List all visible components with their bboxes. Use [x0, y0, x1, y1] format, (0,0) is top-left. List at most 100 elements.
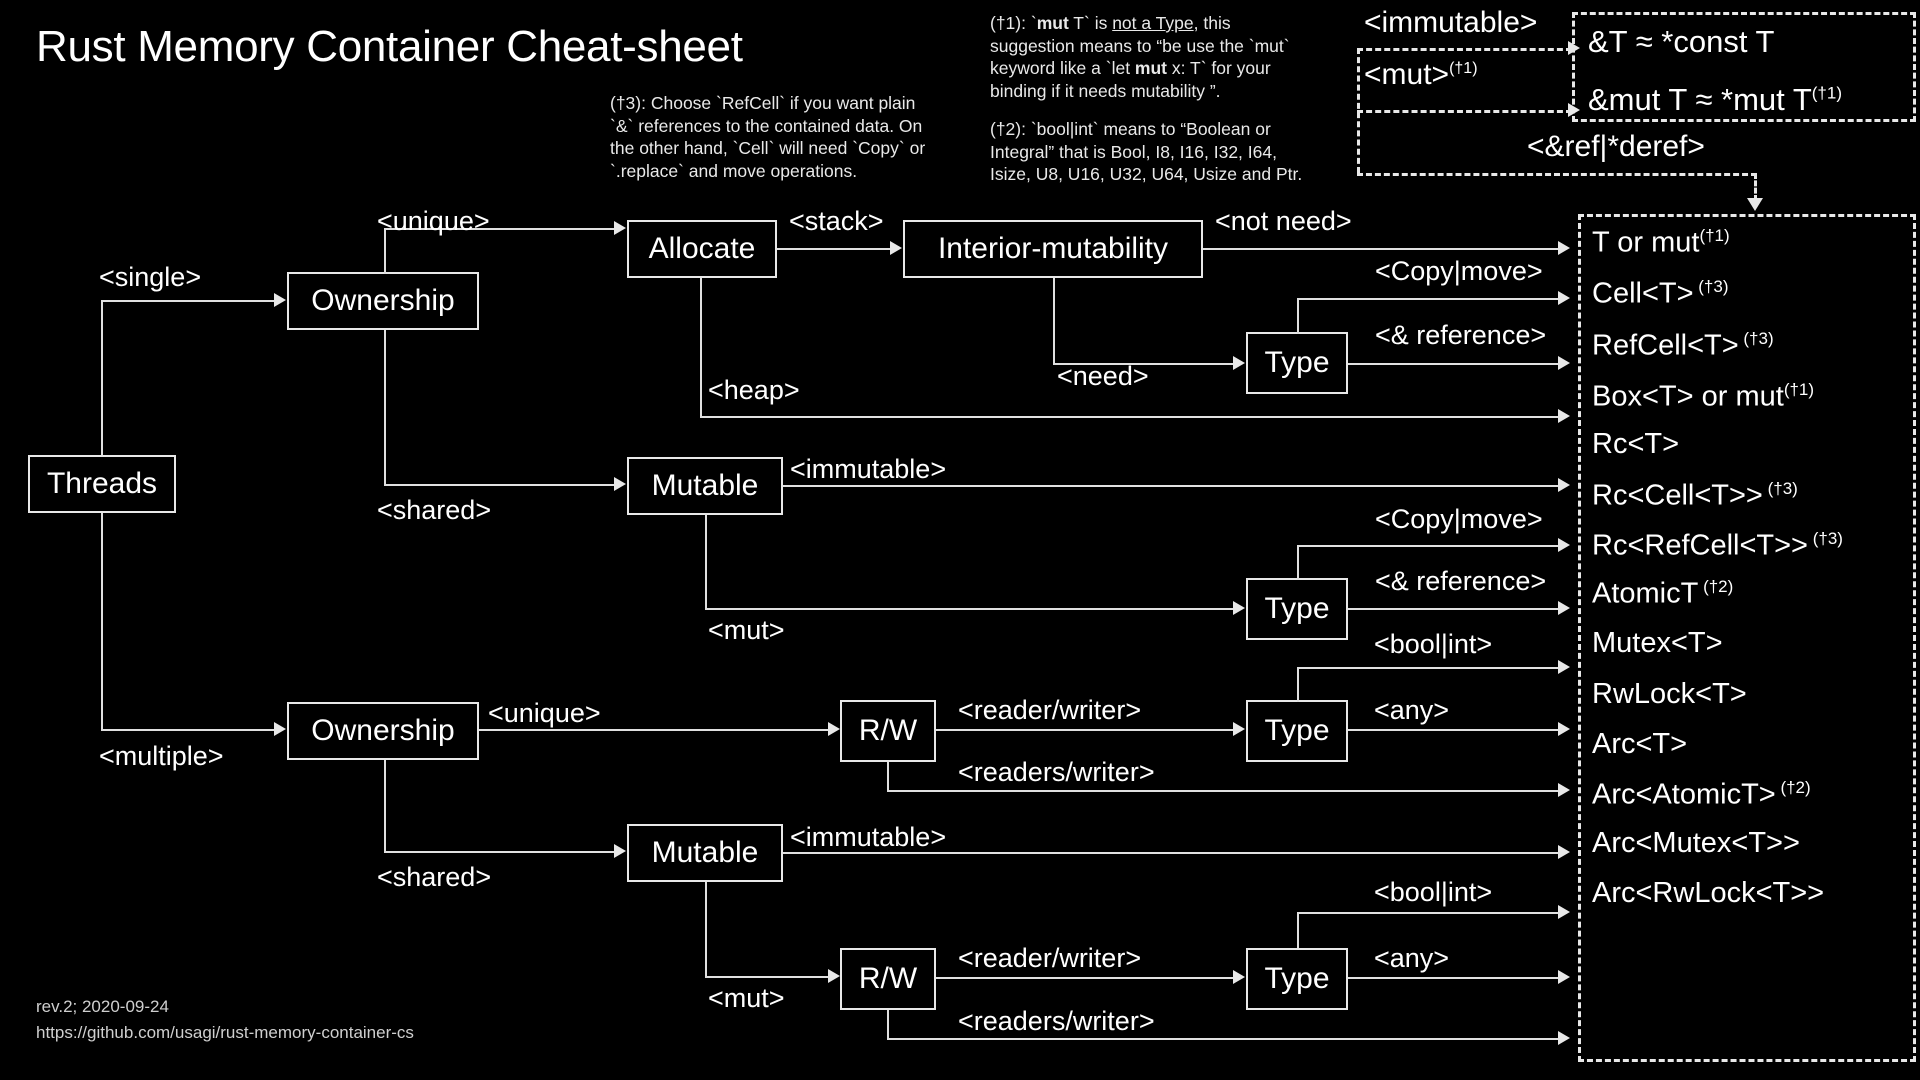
edge-label-readers-writer-b: <readers/writer>	[958, 1006, 1155, 1036]
node-interior-mutability[interactable]: Interior-mutability	[903, 220, 1203, 278]
edge-ref-a-h	[1348, 363, 1558, 365]
edge-copymove-b-arrow	[1558, 538, 1570, 552]
edge-ref-b-arrow	[1558, 601, 1570, 615]
refpanel-deref-arrowhead	[1747, 198, 1763, 211]
edge-own2-unique-arrow	[828, 722, 840, 736]
edge-boolint-b-arrow	[1558, 905, 1570, 919]
note-dagger3: (†3): Choose `RefCell` if you want plain…	[610, 92, 960, 182]
edge-any-a-arrow	[1558, 722, 1570, 736]
edge-threads-multiple-h	[101, 729, 274, 731]
node-threads[interactable]: Threads	[28, 455, 176, 513]
output-label[interactable]: Arc<RwLock<T>>	[1592, 879, 1824, 908]
edge-label-any-b: <any>	[1374, 943, 1450, 973]
edge-threads-single-h	[101, 300, 274, 302]
note-dagger1: (†1): `mut T` is not a Type, this sugges…	[990, 12, 1320, 102]
output-label[interactable]: AtomicT (†2)	[1592, 578, 1733, 609]
edge-label-shared-top: <shared>	[377, 495, 492, 525]
edge-label-readers-writer-a: <readers/writer>	[958, 757, 1155, 787]
ref-mut-sup: (†1)	[1811, 83, 1842, 103]
output-label-superscript: (†3)	[1808, 529, 1843, 548]
edge-readerwriter-b-arrow	[1233, 970, 1245, 984]
n1-a: (†1): `	[990, 13, 1037, 33]
node-allocate[interactable]: Allocate	[627, 220, 777, 278]
output-label-text: Arc<RwLock<T>>	[1592, 877, 1825, 909]
edge-stack-h	[777, 248, 890, 250]
output-label[interactable]: Arc<T>	[1592, 730, 1687, 759]
n1-b: mut	[1036, 13, 1069, 33]
edge-boolint-b-h	[1297, 912, 1558, 914]
ref-mut-text: &mut T ≈ *mut T	[1588, 82, 1812, 117]
edge-copymove-a-arrow	[1558, 291, 1570, 305]
edge-label-stack: <stack>	[789, 206, 884, 236]
edge-own2-shared-arrow	[614, 844, 626, 858]
edge-own2-shared-v	[384, 760, 386, 853]
edge-readerswriter-a-v	[887, 762, 889, 792]
output-label[interactable]: Rc<Cell<T>> (†3)	[1592, 480, 1798, 511]
edge-any-b-h	[1348, 977, 1558, 979]
node-ownership-multiple[interactable]: Ownership	[287, 702, 479, 760]
edge-readerwriter-a-arrow	[1233, 722, 1245, 736]
edge-label-need: <need>	[1057, 361, 1149, 391]
edge-label-copy-move-b: <Copy|move>	[1375, 504, 1543, 534]
output-label[interactable]: Arc<Mutex<T>>	[1592, 829, 1800, 858]
edge-need-arrow	[1233, 356, 1245, 370]
edge-label-mut-b: <mut>	[708, 983, 785, 1013]
edge-heap-arrow	[1558, 409, 1570, 423]
output-label[interactable]: Arc<AtomicT> (†2)	[1592, 779, 1811, 810]
edge-copymove-b-h	[1297, 545, 1558, 547]
edge-copymove-a-v	[1297, 298, 1299, 334]
output-label-text: Mutex<T>	[1592, 627, 1723, 659]
edge-readerswriter-a-h	[887, 790, 1558, 792]
output-label[interactable]: Rc<RefCell<T>> (†3)	[1592, 530, 1843, 561]
edge-label-any-a: <any>	[1374, 695, 1450, 725]
output-label-superscript: (†3)	[1738, 329, 1774, 348]
edge-label-reference-b: <& reference>	[1375, 566, 1547, 596]
refpanel-mut-text: <mut>	[1364, 58, 1450, 91]
node-rw-multiple[interactable]: R/W	[840, 948, 936, 1010]
output-label-superscript: (†3)	[1693, 277, 1729, 296]
node-mutable-single[interactable]: Mutable	[627, 457, 783, 515]
edge-mut-a-arrow	[1233, 601, 1245, 615]
output-label[interactable]: Box<T> or mut(†1)	[1592, 381, 1814, 412]
output-label[interactable]: Mutex<T>	[1592, 629, 1723, 658]
edge-own2-unique-h	[479, 729, 828, 731]
edge-label-single: <single>	[99, 262, 202, 292]
n1-c: T` is	[1068, 13, 1113, 33]
node-type-b[interactable]: Type	[1246, 578, 1348, 640]
edge-immutable-b-arrow	[1558, 845, 1570, 859]
edge-label-shared-bottom: <shared>	[377, 862, 492, 892]
output-label[interactable]: T or mut(†1)	[1592, 227, 1730, 258]
refpanel-deref-drop	[1754, 173, 1757, 201]
edge-any-b-arrow	[1558, 970, 1570, 984]
edge-readerswriter-b-h	[887, 1038, 1558, 1040]
node-mutable-multiple[interactable]: Mutable	[627, 824, 783, 882]
edge-notneed-arrow	[1558, 241, 1570, 255]
node-type-c[interactable]: Type	[1246, 700, 1348, 762]
edge-own2-shared-h	[384, 851, 614, 853]
output-label[interactable]: Cell<T> (†3)	[1592, 278, 1729, 309]
output-label[interactable]: RwLock<T>	[1592, 680, 1747, 709]
output-label[interactable]: RefCell<T> (†3)	[1592, 330, 1774, 361]
node-type-a[interactable]: Type	[1246, 332, 1348, 394]
node-rw-single[interactable]: R/W	[840, 700, 936, 762]
edge-readerswriter-b-arrow	[1558, 1031, 1570, 1045]
edge-copymove-a-h	[1297, 298, 1558, 300]
node-ownership-single[interactable]: Ownership	[287, 272, 479, 330]
refpanel-immutable-label: <immutable>	[1364, 6, 1538, 39]
edge-threads-multiple-v	[101, 513, 103, 731]
edge-own1-unique-arrow	[614, 221, 626, 235]
edge-heap-h	[700, 416, 1558, 418]
output-label-text: Arc<Mutex<T>>	[1592, 827, 1800, 859]
output-label[interactable]: Rc<T>	[1592, 430, 1679, 459]
output-label-text: T or mut	[1592, 226, 1700, 259]
node-type-d[interactable]: Type	[1246, 948, 1348, 1010]
footer-url[interactable]: https://github.com/usagi/rust-memory-con…	[36, 1020, 414, 1046]
note-dagger1-line3: keyword like a `let mut x: T` for your	[990, 57, 1320, 80]
edge-notneed-h	[1203, 248, 1558, 250]
output-label-superscript: (†3)	[1762, 479, 1798, 498]
output-label-text: Rc<T>	[1592, 428, 1680, 460]
refpanel-immutable-line	[1357, 48, 1572, 51]
edge-stack-arrow	[890, 241, 902, 255]
refpanel-deref-label: <&ref|*deref>	[1527, 130, 1705, 163]
edge-boolint-a-v	[1297, 667, 1299, 702]
